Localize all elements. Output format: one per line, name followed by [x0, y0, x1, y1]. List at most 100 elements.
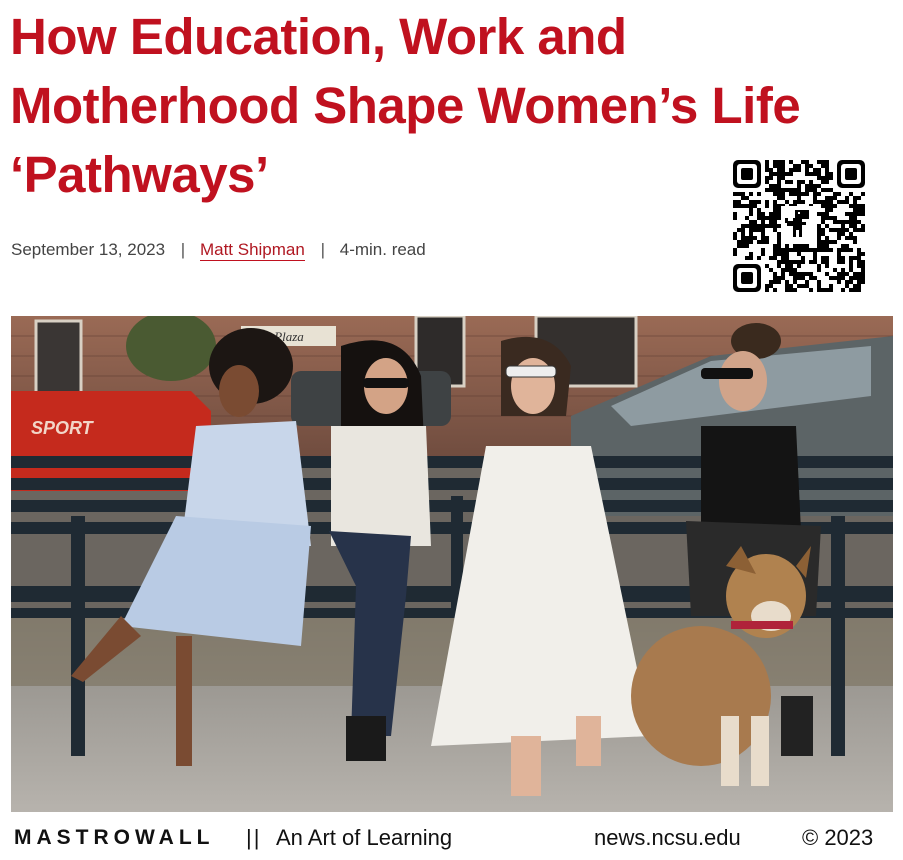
qr-module	[849, 288, 853, 292]
qr-module	[801, 260, 805, 264]
meta-separator: |	[320, 240, 325, 259]
qr-module	[845, 244, 849, 248]
qr-module	[749, 224, 753, 228]
qr-module	[809, 248, 813, 252]
qr-code[interactable]	[731, 158, 867, 294]
qr-module	[749, 236, 753, 240]
qr-module	[745, 240, 749, 244]
qr-module	[773, 204, 777, 208]
qr-module	[781, 192, 785, 196]
qr-module	[761, 248, 765, 252]
qr-module	[817, 192, 821, 196]
qr-module	[853, 228, 857, 232]
qr-module	[777, 212, 781, 216]
qr-module	[749, 256, 753, 260]
qr-module	[825, 216, 829, 220]
brand-tagline: An Art of Learning	[276, 825, 453, 850]
qr-module	[805, 280, 809, 284]
qr-module	[793, 200, 797, 204]
qr-module	[821, 244, 825, 248]
qr-module	[821, 256, 825, 260]
qr-module	[861, 204, 865, 208]
qr-module	[761, 228, 765, 232]
qr-module	[745, 236, 749, 240]
qr-module	[829, 216, 833, 220]
read-time: 4-min. read	[339, 240, 426, 259]
qr-module	[789, 248, 793, 252]
qr-module	[789, 288, 793, 292]
qr-module	[825, 172, 829, 176]
qr-module	[797, 252, 801, 256]
qr-module	[845, 220, 849, 224]
qr-module	[797, 164, 801, 168]
qr-module	[825, 200, 829, 204]
qr-module	[829, 240, 833, 244]
qr-module	[845, 248, 849, 252]
qr-module	[825, 236, 829, 240]
qr-module	[785, 200, 789, 204]
qr-module	[777, 236, 781, 240]
qr-module	[809, 288, 813, 292]
qr-module	[773, 256, 777, 260]
qr-module	[757, 212, 761, 216]
qr-module	[777, 160, 781, 164]
qr-module	[781, 164, 785, 168]
qr-module	[861, 228, 865, 232]
qr-module	[745, 256, 749, 260]
qr-module	[821, 160, 825, 164]
qr-module	[777, 216, 781, 220]
qr-module	[797, 180, 801, 184]
qr-module	[785, 288, 789, 292]
qr-module	[785, 268, 789, 272]
qr-module	[817, 184, 821, 188]
qr-module	[857, 288, 861, 292]
qr-module	[777, 224, 781, 228]
qr-module	[825, 180, 829, 184]
qr-module	[773, 224, 777, 228]
qr-module	[853, 256, 857, 260]
qr-module	[821, 164, 825, 168]
qr-module	[741, 224, 745, 228]
qr-module	[741, 196, 745, 200]
qr-module	[765, 168, 769, 172]
qr-module	[817, 168, 821, 172]
qr-module	[825, 160, 829, 164]
qr-module	[849, 264, 853, 268]
qr-module	[781, 276, 785, 280]
qr-module	[773, 272, 777, 276]
qr-module	[861, 260, 865, 264]
qr-module	[769, 280, 773, 284]
qr-module	[781, 260, 785, 264]
qr-module	[817, 264, 821, 268]
qr-module	[745, 216, 749, 220]
qr-module	[805, 188, 809, 192]
qr-module	[825, 288, 829, 292]
qr-module	[825, 208, 829, 212]
qr-module	[805, 272, 809, 276]
qr-module	[805, 184, 809, 188]
qr-module	[841, 288, 845, 292]
qr-module	[857, 264, 861, 268]
brand-name: MASTROWALL	[14, 826, 215, 849]
qr-module	[749, 192, 753, 196]
author-link[interactable]: Matt Shipman	[199, 240, 305, 261]
qr-module	[777, 176, 781, 180]
qr-module	[845, 212, 849, 216]
qr-module	[825, 196, 829, 200]
source-site[interactable]: news.ncsu.edu	[594, 825, 741, 851]
qr-module	[853, 200, 857, 204]
qr-module	[857, 284, 861, 288]
qr-module	[849, 248, 853, 252]
qr-module	[797, 200, 801, 204]
qr-module	[769, 176, 773, 180]
qr-module	[797, 264, 801, 268]
qr-module	[817, 232, 821, 236]
qr-module	[841, 232, 845, 236]
qr-module	[829, 188, 833, 192]
qr-module	[789, 268, 793, 272]
qr-module	[861, 212, 865, 216]
qr-module	[833, 228, 837, 232]
qr-module	[825, 168, 829, 172]
qr-module	[809, 164, 813, 168]
qr-module	[765, 160, 769, 164]
